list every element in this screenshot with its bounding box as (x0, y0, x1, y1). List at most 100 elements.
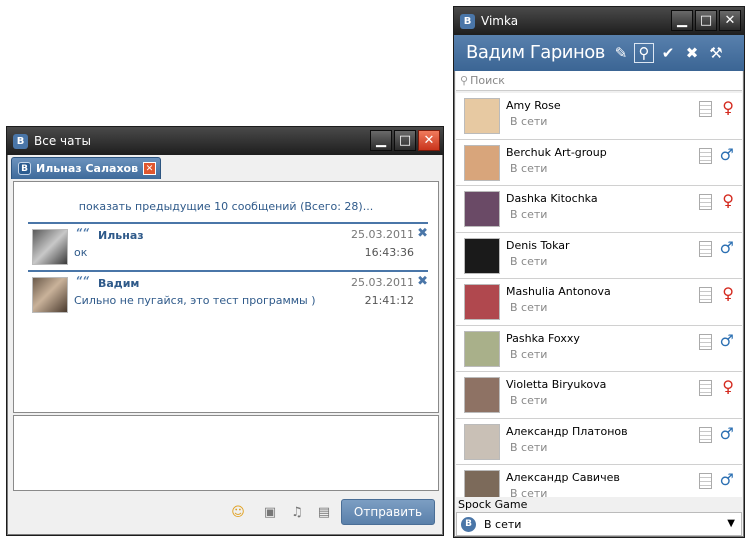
contact-name: Mashulia Antonova (506, 285, 611, 298)
message-date: 25.03.2011 (351, 228, 414, 241)
message-time: 16:43:36 (364, 246, 414, 259)
note-icon[interactable] (699, 101, 712, 117)
contact-item[interactable]: Александр Савичев В сети ♂ (456, 465, 742, 497)
note-icon[interactable] (699, 426, 712, 443)
message-date: 25.03.2011 (351, 276, 414, 289)
note-icon[interactable] (699, 240, 712, 257)
avatar (464, 284, 500, 320)
contact-name: Denis Tokar (506, 238, 570, 252)
contact-list[interactable]: Amy Rose В сети ♀ Berchuk Art-group В се… (456, 93, 742, 497)
contact-item[interactable]: Александр Платонов В сети ♂ (456, 419, 742, 465)
avatar (464, 377, 500, 413)
message-time: 21:41:12 (364, 294, 414, 307)
avatar (464, 330, 500, 367)
male-icon: ♂ (719, 470, 734, 489)
contacts-titlebar[interactable]: B Vimka ▁ □ ✕ (454, 7, 744, 35)
message-item: ““ Вадим Сильно не пугайся, это тест про… (28, 270, 428, 318)
contact-status: В сети (510, 487, 548, 497)
tab-close-icon[interactable]: ✕ (143, 162, 156, 175)
female-icon: ♀ (722, 98, 734, 117)
note-icon[interactable] (699, 333, 712, 350)
contact-status: В сети (510, 254, 548, 268)
minimize-button[interactable]: ▁ (370, 130, 392, 151)
message-item: ““ Ильназ ок 25.03.2011 16:43:36 ✖ (28, 222, 428, 270)
female-icon: ♀ (722, 191, 734, 210)
close-button[interactable]: ✕ (418, 130, 440, 151)
load-more-link[interactable]: показать предыдущие 10 сообщений (Всего:… (14, 200, 438, 213)
note-icon[interactable] (699, 147, 712, 164)
tab-label: Ильназ Салахов (36, 162, 139, 175)
note-icon[interactable] (699, 380, 712, 396)
note-icon[interactable] (699, 473, 712, 489)
smiley-icon[interactable]: ☺ (231, 505, 245, 520)
close-button[interactable]: ✕ (719, 10, 741, 31)
avatar (464, 144, 500, 181)
female-icon: ♀ (722, 284, 734, 303)
send-button[interactable]: Отправить (341, 499, 435, 525)
chat-tabs: B Ильназ Салахов ✕ (11, 157, 439, 179)
chat-footer: ☺ ▣ ♫ ▤ Отправить (13, 497, 439, 527)
message-text: ок (74, 246, 88, 259)
note-icon[interactable] (699, 194, 712, 210)
profile-header: Вадим Гаринов ✎ ⚲ ✔ ✖ ⚒ (454, 35, 744, 71)
quote-icon[interactable]: ““ (76, 226, 90, 240)
delete-message-icon[interactable]: ✖ (417, 226, 428, 241)
avatar (464, 191, 500, 227)
status-value: В сети (484, 517, 522, 531)
contact-item[interactable]: Mashulia Antonova В сети ♀ (456, 279, 742, 326)
message-history[interactable]: показать предыдущие 10 сообщений (Всего:… (13, 181, 439, 413)
male-icon: ♂ (719, 144, 734, 164)
contact-status: В сети (510, 161, 548, 175)
message-author[interactable]: Вадим (98, 277, 139, 290)
message-author[interactable]: Ильназ (98, 229, 144, 242)
avatar (464, 237, 500, 274)
game-label: Spock Game (458, 498, 528, 511)
contacts-window: B Vimka ▁ □ ✕ Вадим Гаринов ✎ ⚲ ✔ ✖ ⚒ ⚲ … (453, 6, 745, 538)
contact-status: В сети (510, 440, 548, 454)
male-icon: ♂ (719, 237, 734, 257)
contact-name: Dashka Kitochka (506, 192, 598, 205)
contact-item[interactable]: Dashka Kitochka В сети ♀ (456, 186, 742, 233)
vk-logo-icon: B (461, 516, 476, 532)
vk-logo-icon: B (13, 133, 28, 149)
chevron-down-icon[interactable]: ▼ (727, 518, 735, 529)
contact-item[interactable]: Amy Rose В сети ♀ (456, 93, 742, 140)
contact-status: В сети (510, 394, 548, 407)
quote-icon[interactable]: ““ (76, 274, 90, 288)
search-input[interactable]: ⚲ Поиск (456, 71, 742, 91)
check-icon[interactable]: ✔ (658, 43, 678, 63)
tools-icon[interactable]: ✖ (682, 43, 702, 63)
status-select[interactable]: B В сети ▼ (456, 512, 742, 536)
note-icon[interactable] (699, 287, 712, 303)
delete-message-icon[interactable]: ✖ (417, 274, 428, 289)
contact-name: Александр Платонов (506, 424, 628, 438)
tag-icon[interactable]: ✎ (611, 43, 631, 63)
maximize-button[interactable]: □ (695, 10, 717, 31)
video-icon[interactable]: ▤ (317, 505, 331, 520)
wrench-icon[interactable]: ⚒ (706, 43, 726, 63)
avatar (464, 98, 500, 134)
image-icon[interactable]: ▣ (263, 505, 277, 520)
contact-status: В сети (510, 208, 548, 221)
search-icon: ⚲ (460, 74, 469, 87)
contact-item[interactable]: Violetta Biryukova В сети ♀ (456, 372, 742, 419)
profile-name[interactable]: Вадим Гаринов (466, 42, 605, 63)
contact-item[interactable]: Denis Tokar В сети ♂ (456, 233, 742, 279)
maximize-button[interactable]: □ (394, 130, 416, 151)
contact-name: Amy Rose (506, 99, 561, 112)
contact-name: Александр Савичев (506, 471, 620, 484)
minimize-button[interactable]: ▁ (671, 10, 693, 31)
message-input[interactable] (13, 415, 439, 491)
contact-status: В сети (510, 301, 548, 314)
male-icon: ♂ (719, 330, 734, 350)
music-icon[interactable]: ♫ (290, 505, 304, 520)
contact-item[interactable]: Pashka Foxxy В сети ♂ (456, 326, 742, 372)
avatar (32, 229, 68, 265)
antenna-icon[interactable]: ⚲ (634, 43, 654, 63)
chat-titlebar[interactable]: B Все чаты ▁ □ ✕ (7, 127, 443, 155)
contacts-window-title: Vimka (481, 14, 519, 28)
search-placeholder: Поиск (470, 74, 505, 87)
chat-window: B Все чаты ▁ □ ✕ B Ильназ Салахов ✕ пока… (6, 126, 444, 536)
contact-item[interactable]: Berchuk Art-group В сети ♂ (456, 140, 742, 186)
tab-conversation[interactable]: B Ильназ Салахов ✕ (11, 157, 161, 179)
